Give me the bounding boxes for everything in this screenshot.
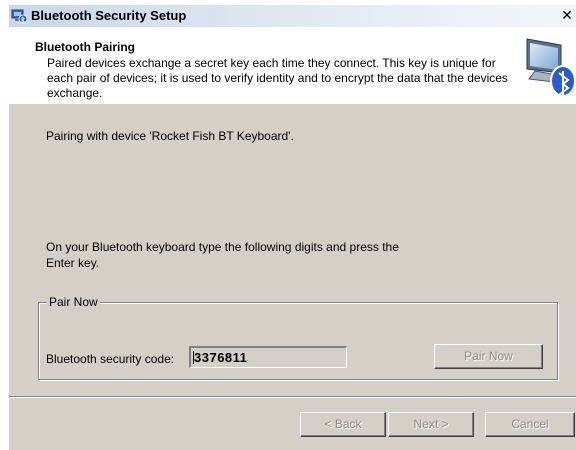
instruction-text: On your Bluetooth keyboard type the foll…	[46, 240, 399, 270]
computer-bluetooth-icon	[517, 33, 576, 99]
close-icon[interactable]: ✕	[559, 7, 575, 23]
pair-now-legend: Pair Now	[47, 295, 100, 309]
page-title: Bluetooth Pairing	[35, 40, 135, 54]
cancel-button[interactable]: Cancel	[485, 412, 575, 437]
title-bar[interactable]: Bluetooth Security Setup ✕	[9, 5, 576, 27]
next-button[interactable]: Next >	[388, 412, 474, 437]
pair-now-button[interactable]: Pair Now	[434, 344, 543, 369]
page-description: Paired devices exchange a secret key eac…	[47, 56, 508, 100]
bluetooth-app-icon	[11, 8, 28, 24]
header-panel: Bluetooth Pairing Paired devices exchang…	[9, 27, 576, 104]
footer-separator-highlight	[9, 397, 576, 398]
security-code-field[interactable]: 3376811	[189, 346, 347, 368]
security-code-value: 3376811	[194, 350, 248, 365]
security-code-label: Bluetooth security code:	[46, 352, 175, 366]
window-title: Bluetooth Security Setup	[31, 8, 187, 23]
back-button[interactable]: < Back	[300, 412, 386, 437]
header-separator	[9, 103, 576, 104]
pairing-status-text: Pairing with device 'Rocket Fish BT Keyb…	[46, 129, 294, 143]
bluetooth-security-dialog: Bluetooth Security Setup ✕ Bluetooth Pai…	[8, 4, 576, 450]
